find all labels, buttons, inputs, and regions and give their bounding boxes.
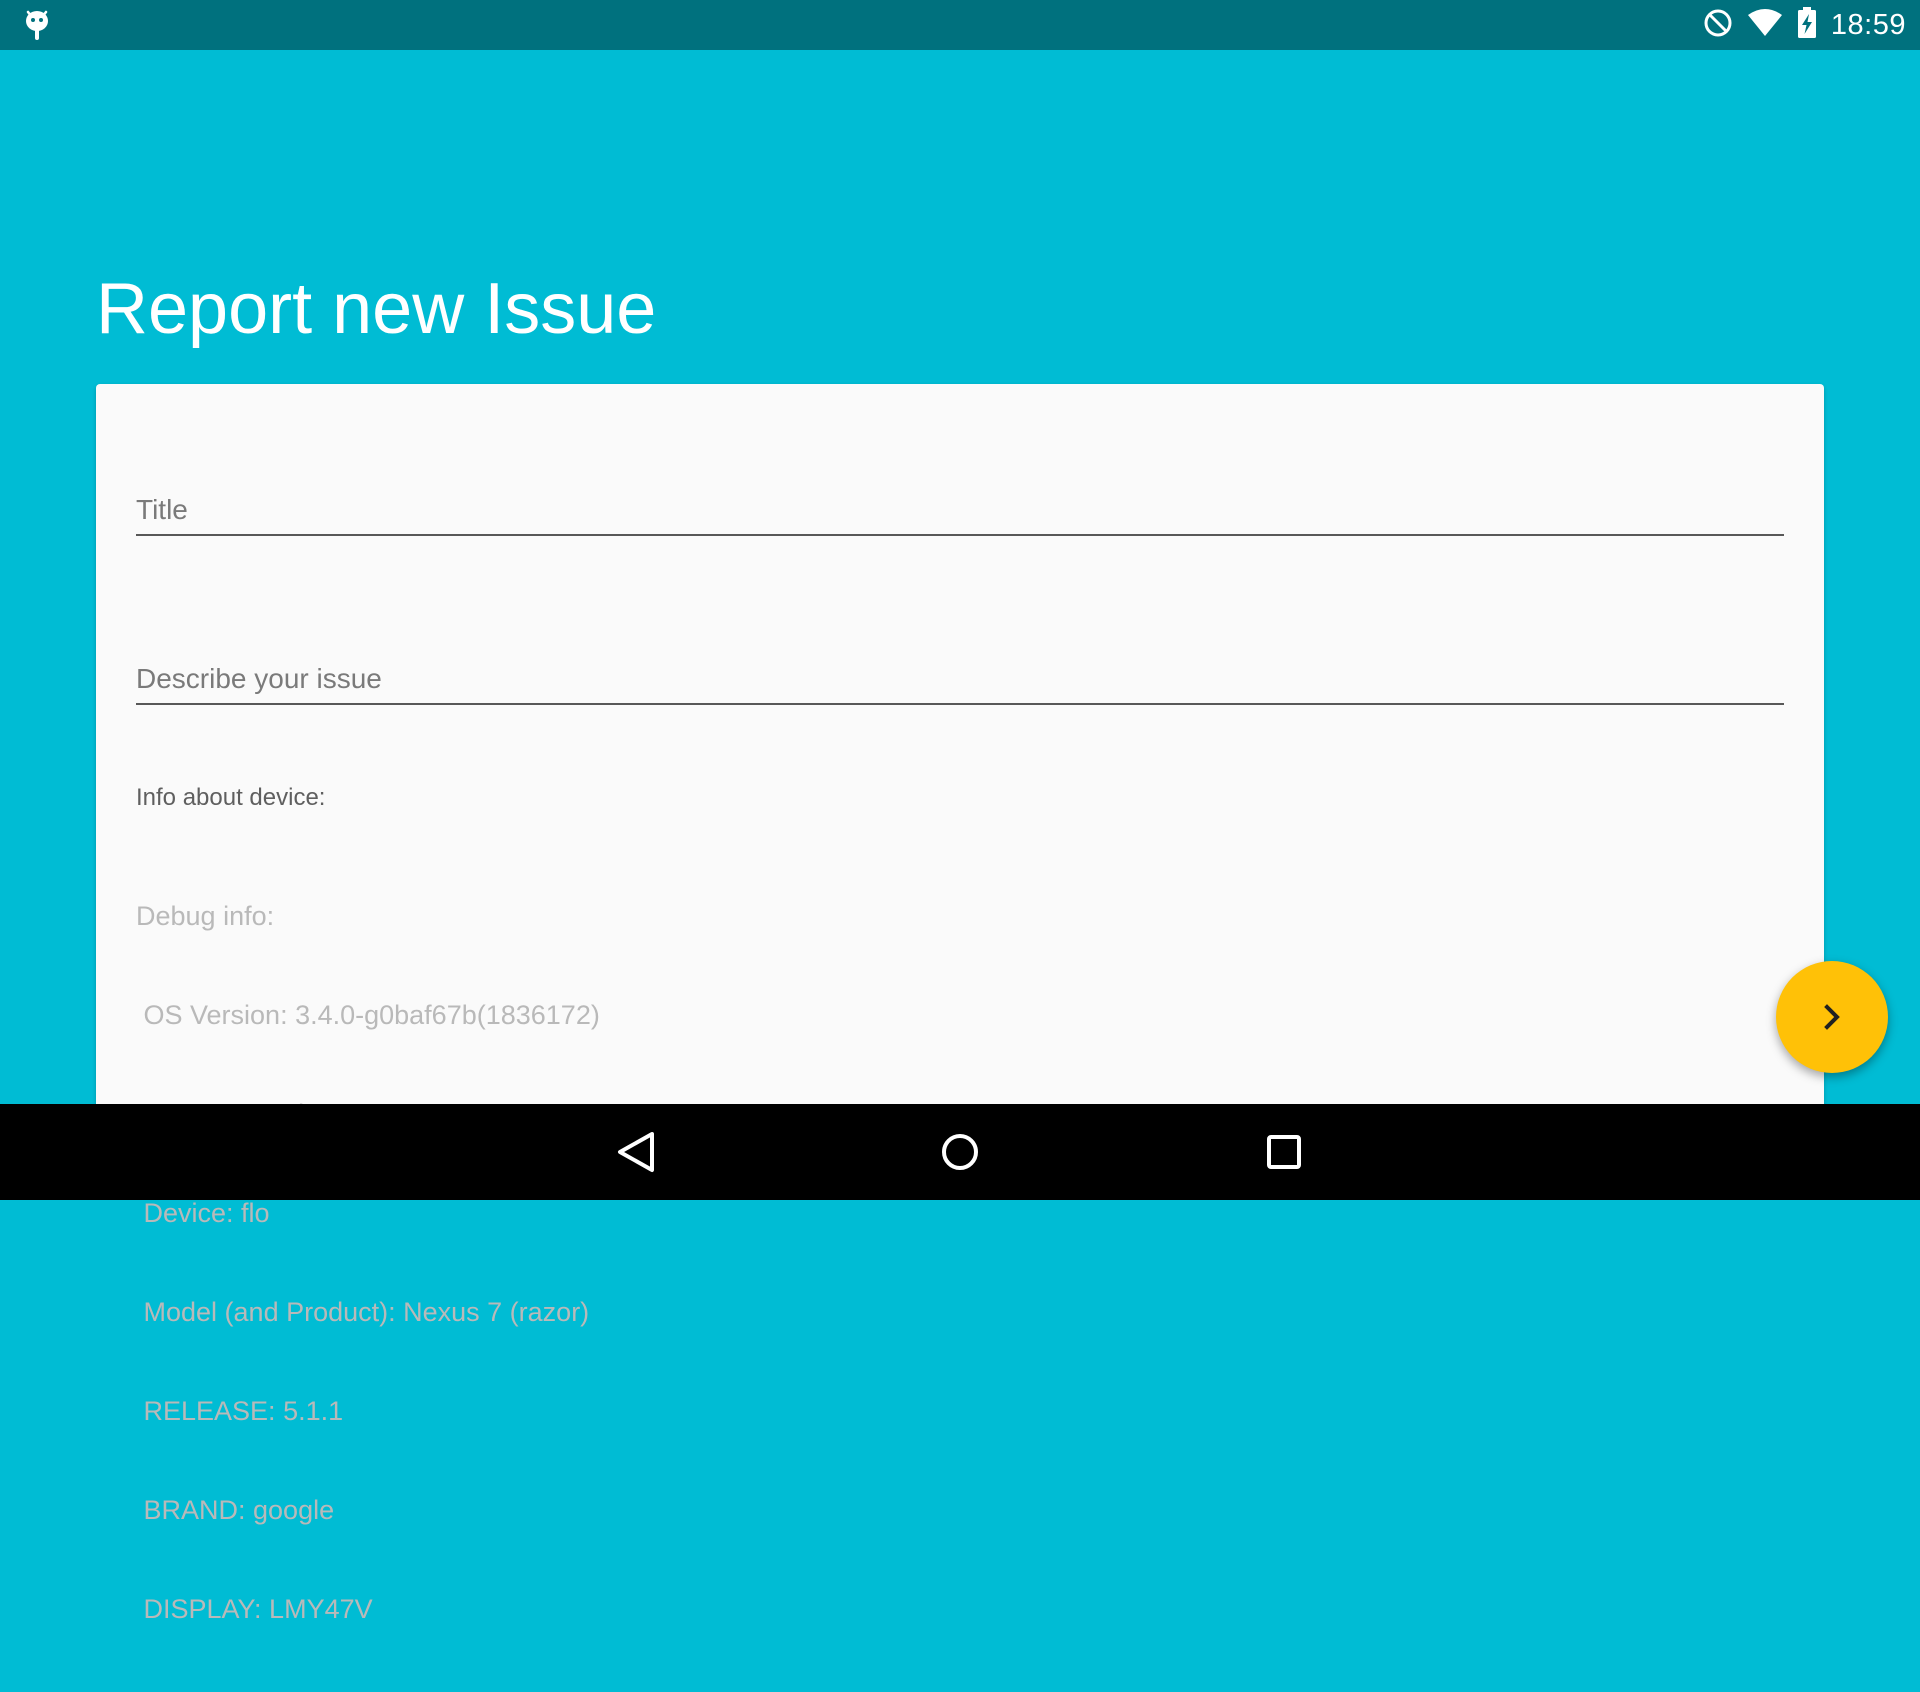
status-clock: 18:59 xyxy=(1830,8,1906,41)
back-icon xyxy=(604,1132,668,1187)
next-button[interactable] xyxy=(1776,961,1888,1073)
home-button[interactable] xyxy=(928,1120,992,1184)
page-title: Report new Issue xyxy=(96,269,657,349)
issue-form-card: Info about device: Debug info: OS Versio… xyxy=(96,384,1824,1624)
back-button[interactable] xyxy=(604,1120,668,1184)
status-icons: 18:59 xyxy=(1703,0,1906,50)
device-info-label: Info about device: xyxy=(136,784,326,811)
recents-button[interactable] xyxy=(1252,1120,1316,1184)
recents-icon xyxy=(1252,1135,1316,1187)
debug-line: Device: flo xyxy=(136,1198,270,1228)
wifi-icon xyxy=(1747,8,1783,43)
title-input[interactable] xyxy=(136,494,1784,534)
status-bar: 18:59 xyxy=(0,0,1920,50)
android-debug-icon xyxy=(22,8,52,42)
description-input[interactable] xyxy=(136,663,1784,703)
description-field xyxy=(136,663,1784,705)
debug-line: RELEASE: 5.1.1 xyxy=(136,1396,344,1426)
battery-charging-icon xyxy=(1797,6,1817,44)
home-icon xyxy=(928,1134,992,1187)
debug-line: DISPLAY: LMY47V xyxy=(136,1594,373,1624)
debug-line: Debug info: xyxy=(136,901,275,931)
debug-line: BRAND: google xyxy=(136,1495,335,1525)
do-not-disturb-icon xyxy=(1703,8,1733,43)
debug-info: Debug info: OS Version: 3.4.0-g0baf67b(1… xyxy=(136,834,600,1692)
debug-line: OS Version: 3.4.0-g0baf67b(1836172) xyxy=(136,1000,600,1030)
navigation-bar xyxy=(0,1104,1920,1200)
debug-line: Model (and Product): Nexus 7 (razor) xyxy=(136,1297,590,1327)
title-field xyxy=(136,494,1784,536)
